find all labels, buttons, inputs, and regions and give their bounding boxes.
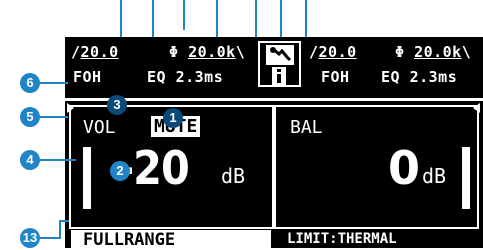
fx-left: FOH (73, 68, 102, 86)
slope-glyph: \ (461, 43, 472, 61)
value-bal: 0 (388, 141, 421, 195)
slope-glyph: \ (235, 43, 246, 61)
header-divider (65, 98, 483, 101)
icon-box (258, 41, 301, 87)
slope-glyph: / (309, 43, 319, 61)
fx-right: FOH (321, 68, 350, 86)
unit-vol: dB (221, 164, 246, 188)
leader-13-top (59, 220, 69, 222)
phase-icon: Φ (395, 43, 405, 61)
leader-6 (40, 82, 68, 84)
callout-6: 6 (20, 73, 40, 93)
leader-top-5 (255, 0, 257, 38)
lcd-display: /20.0 Φ 20.0k\ FOH EQ 2.3ms /20.0 Φ 20.0… (65, 37, 483, 250)
leader-top-6 (280, 0, 282, 38)
level-bar-left (83, 147, 91, 209)
limit-status: LIMIT:THERMAL (287, 231, 397, 247)
leader-top-2 (152, 0, 154, 38)
callout-1: 1 (163, 108, 183, 128)
hpf-right: /20.0 (309, 43, 357, 61)
mode-label[interactable]: FULLRANGE (71, 230, 271, 250)
hpf-left: /20.0 (71, 43, 119, 61)
callout-4: 4 (20, 150, 40, 170)
level-bar-right (462, 147, 470, 209)
callout-5: 5 (20, 107, 40, 127)
info-icon[interactable] (272, 67, 286, 85)
lpf-left: Φ 20.0k\ (169, 43, 246, 61)
lpf-right: Φ 20.0k\ (395, 43, 472, 61)
param-label-vol: VOL (83, 117, 116, 138)
eq-right: EQ 2.3ms (381, 68, 458, 86)
leader-13 (40, 237, 60, 239)
param-panel-bal[interactable]: BAL 0 dB (274, 105, 479, 229)
callout-2: 2 (110, 161, 130, 181)
callout-3: 3 (107, 95, 127, 115)
slope-glyph: / (71, 43, 81, 61)
leader-4 (40, 159, 76, 161)
leader-top-1 (120, 0, 122, 38)
eq-left: EQ 2.3ms (147, 68, 224, 86)
leader-top-4 (216, 0, 218, 38)
wrench-icon[interactable] (266, 45, 294, 65)
unit-bal: dB (422, 164, 447, 188)
leader-5 (40, 116, 68, 118)
phase-icon: Φ (169, 43, 179, 61)
leader-top-7 (305, 0, 307, 38)
leader-13-vertical (59, 220, 61, 239)
leader-top-3 (183, 0, 185, 30)
callout-13: 13 (20, 228, 40, 248)
param-label-bal: BAL (290, 117, 323, 138)
